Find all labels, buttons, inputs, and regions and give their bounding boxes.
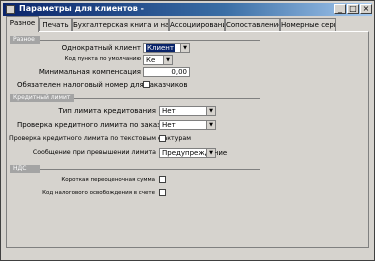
tab-print[interactable]: Печать [39,18,72,32]
check-orders-select[interactable]: Нет ▼ [159,120,216,130]
tab-associations[interactable]: Ассоциирования [169,18,225,32]
chevron-down-icon[interactable]: ▼ [206,107,215,115]
tab-misc[interactable]: Разное [6,16,39,32]
tab-matching[interactable]: Сопоставление [225,18,280,32]
message-exceeded-label: Сообщение при превышении лимита [32,149,156,156]
terms-select[interactable]: Ке ▼ [143,55,173,65]
terms-label: Код пункта по умолчанию [64,56,141,62]
min-compensation-input[interactable]: 0,00 [143,67,190,77]
check-free-text-checkbox[interactable] [159,135,166,142]
option-two-label: Код налогового освобождения в счете [42,190,155,196]
window-title: Параметры для клиентов - [19,4,144,13]
min-compensation-label: Минимальная компенсация [38,68,141,76]
option-one-checkbox[interactable] [159,176,166,183]
section-divider [40,40,260,41]
option-two-checkbox[interactable] [159,189,166,196]
app-icon [6,5,15,14]
message-exceeded-select[interactable]: Предупреждение ▼ [159,148,227,158]
chevron-down-icon[interactable]: ▼ [206,149,215,157]
tab-panel: Разное Однократный клиент Клиент ▼ Код п… [6,31,369,248]
chevron-down-icon[interactable]: ▼ [180,44,189,52]
minimize-button[interactable]: _ [334,4,346,14]
section-divider [40,169,260,170]
one-time-customer-select[interactable]: Клиент ▼ [143,43,190,53]
dialog-window: Параметры для клиентов - _ □ × Разное Пе… [0,0,375,261]
tax-number-checkbox[interactable] [143,81,150,88]
section-divider [74,98,260,99]
chevron-down-icon[interactable]: ▼ [206,121,215,129]
message-exceeded-value: Предупреждение [162,149,228,157]
title-bar[interactable]: Параметры для клиентов - _ □ × [3,3,372,16]
tax-number-label: Обязателен налоговый номер для заказчико… [17,81,188,89]
option-one-label: Короткая переоценочная сумма [61,177,155,183]
credit-limit-type-label: Тип лимита кредитования [58,107,156,115]
chevron-down-icon[interactable]: ▼ [163,56,172,64]
credit-limit-type-select[interactable]: Нет ▼ [159,106,216,116]
check-orders-value: Нет [162,121,176,129]
one-time-customer-label: Однократный клиент [61,44,141,52]
close-button[interactable]: × [360,4,372,14]
one-time-customer-value: Клиент [146,44,175,52]
tab-number-sequences[interactable]: Номерные серии [280,18,336,32]
section-header-vat: НДС [10,165,40,173]
credit-limit-type-value: Нет [162,107,176,115]
section-header-general: Разное [10,36,40,44]
section-header-credit: Кредитный лимит [10,94,74,102]
tab-ledger-tax[interactable]: Бухгалтерская книга и налог [72,18,169,32]
check-orders-label: Проверка кредитного лимита по заказам [17,121,171,129]
check-free-text-label: Проверка кредитного лимита по текстовым … [9,135,192,142]
maximize-button[interactable]: □ [347,4,359,14]
tab-strip: Разное Печать Бухгалтерская книга и нало… [6,16,372,32]
terms-value: Ке [146,56,156,64]
